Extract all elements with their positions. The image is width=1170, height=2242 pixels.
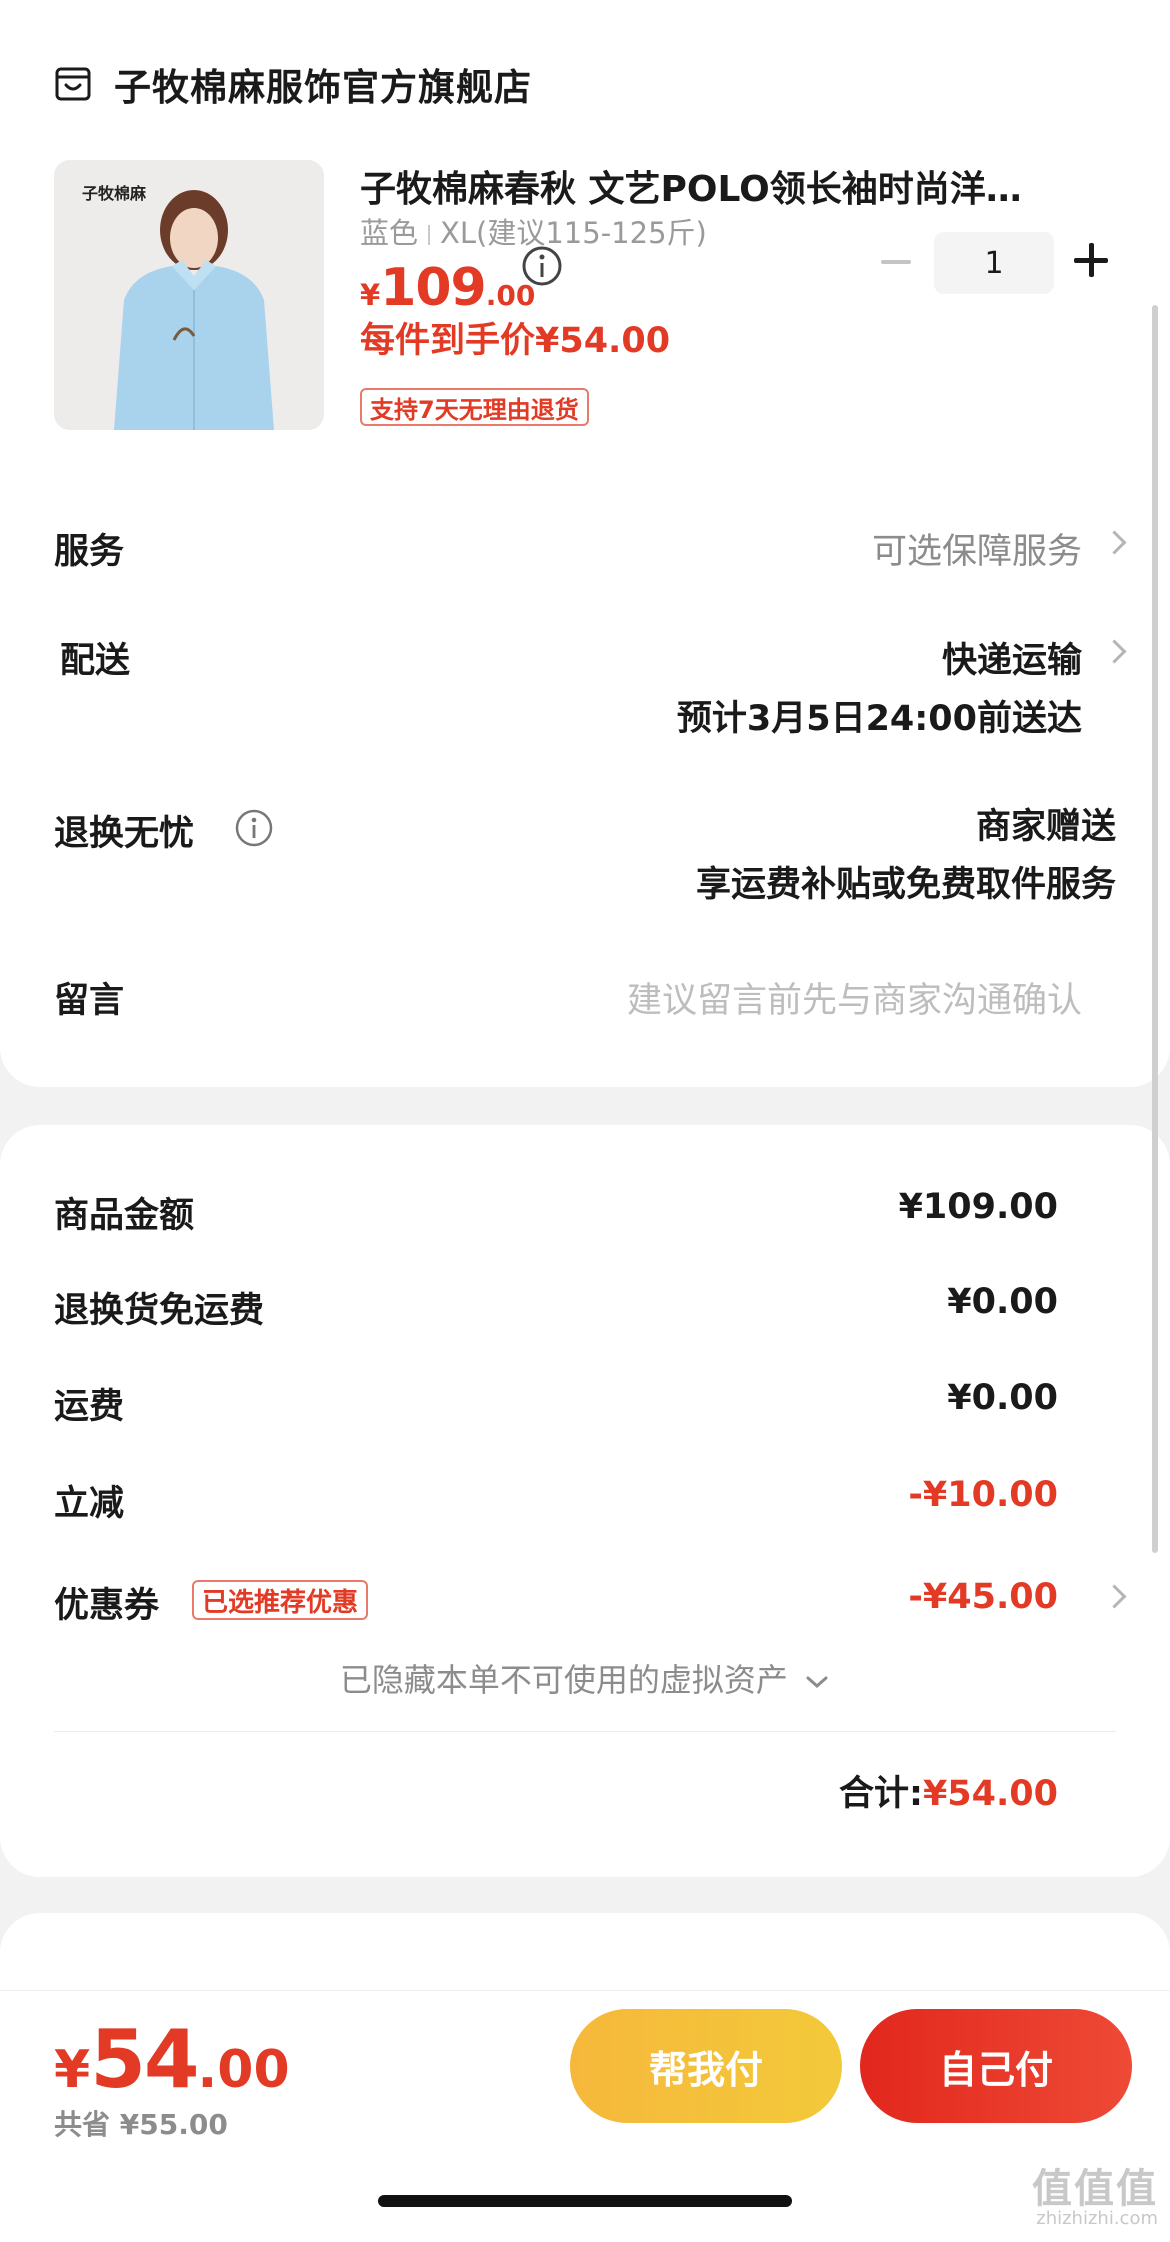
service-chevron-icon[interactable] [1104,525,1126,561]
service-label: 服务 [54,532,125,572]
worry-free-label: 退换无忧 [54,814,195,854]
price-info-icon[interactable] [520,244,564,288]
checkout-price-integer: 54 [90,2013,199,2106]
total-row: 合计:¥54.00 [839,1765,1058,1816]
checkout-bar: ¥ 54 .00 共省 ¥55.00 帮我付 自己付 [0,1990,1170,2242]
pay-myself-button[interactable]: 自己付 [860,2009,1132,2123]
price-summary-card: 商品金额 ¥109.00 退换货免运费 ¥0.00 运费 ¥0.00 立减 -¥… [0,1125,1170,1877]
message-label: 留言 [54,981,125,1021]
product-color: 蓝色 [360,216,419,250]
return-shipping-label: 退换货免运费 [54,1291,265,1331]
watermark-logo: 值值值 [1032,2166,1158,2212]
discount-value: -¥10.00 [908,1475,1058,1515]
shipping-label: 运费 [54,1387,125,1427]
return-policy-badge: 支持7天无理由退货 [360,388,589,426]
total-label: 合计: [838,1774,923,1814]
service-value[interactable]: 可选保障服务 [872,523,1082,574]
hidden-assets-toggle[interactable]: 已隐藏本单不可使用的虚拟资产 [0,1655,1170,1701]
message-input[interactable]: 建议留言前先与商家沟通确认 [627,972,1082,1023]
product-thumbnail[interactable]: 子牧棉麻 [54,160,324,430]
watermark-url: zhizhizhi.com [1036,2208,1158,2229]
delivery-chevron-icon[interactable] [1104,634,1126,670]
scrollbar[interactable] [1152,305,1158,1553]
product-size: XL(建议115-125斤) [440,216,707,250]
coupon-value[interactable]: -¥45.00 [908,1577,1058,1617]
coupon-badge: 已选推荐优惠 [192,1580,369,1620]
quantity-input[interactable]: 1 [934,232,1054,294]
chevron-down-icon [806,1676,828,1689]
delivery-label: 配送 [60,641,131,681]
discount-label: 立减 [54,1484,125,1524]
delivery-value[interactable]: 快递运输 [942,632,1082,683]
coupon-label: 优惠券 [54,1586,160,1626]
checkout-price: ¥ 54 .00 [54,2013,290,2106]
shop-name: 子牧棉麻服饰官方旗舰店 [114,66,532,109]
shop-header[interactable]: 子牧棉麻服饰官方旗舰店 [54,54,532,114]
return-shipping-value: ¥0.00 [947,1282,1058,1322]
checkout-currency: ¥ [54,2040,91,2100]
per-item-price: 每件到手价¥54.00 [360,321,671,361]
home-indicator[interactable] [378,2195,792,2207]
order-card: 子牧棉麻服饰官方旗舰店 子牧棉麻 子牧棉麻春秋 文艺POLO领长袖时尚洋… 蓝色… [0,0,1170,1087]
spec-divider [428,225,431,245]
shipping-value: ¥0.00 [947,1378,1058,1418]
store-icon [55,67,91,101]
worry-free-desc: 享运费补贴或免费取件服务 [695,865,1116,905]
product-thumb-tag: 子牧棉麻 [82,184,147,203]
goods-amount-label: 商品金额 [54,1196,195,1236]
product-title[interactable]: 子牧棉麻春秋 文艺POLO领长袖时尚洋… [360,160,1090,212]
divider [54,1731,1116,1732]
price-currency: ¥ [360,278,381,312]
total-value: ¥54.00 [922,1774,1058,1814]
quantity-decrease-button[interactable] [878,240,914,284]
worry-free-info-icon[interactable] [234,808,274,848]
coupon-chevron-icon[interactable] [1104,1579,1126,1615]
saved-amount: 共省 ¥55.00 [54,2108,228,2141]
quantity-increase-button[interactable] [1074,242,1110,278]
hidden-assets-text: 已隐藏本单不可使用的虚拟资产 [339,1661,788,1699]
goods-amount-value: ¥109.00 [898,1187,1058,1227]
price-integer: 109 [380,258,487,318]
checkout-price-decimal: .00 [197,2040,290,2100]
worry-free-value: 商家赠送 [975,807,1116,847]
delivery-eta: 预计3月5日24:00前送达 [676,699,1082,739]
help-me-pay-button[interactable]: 帮我付 [570,2009,842,2123]
